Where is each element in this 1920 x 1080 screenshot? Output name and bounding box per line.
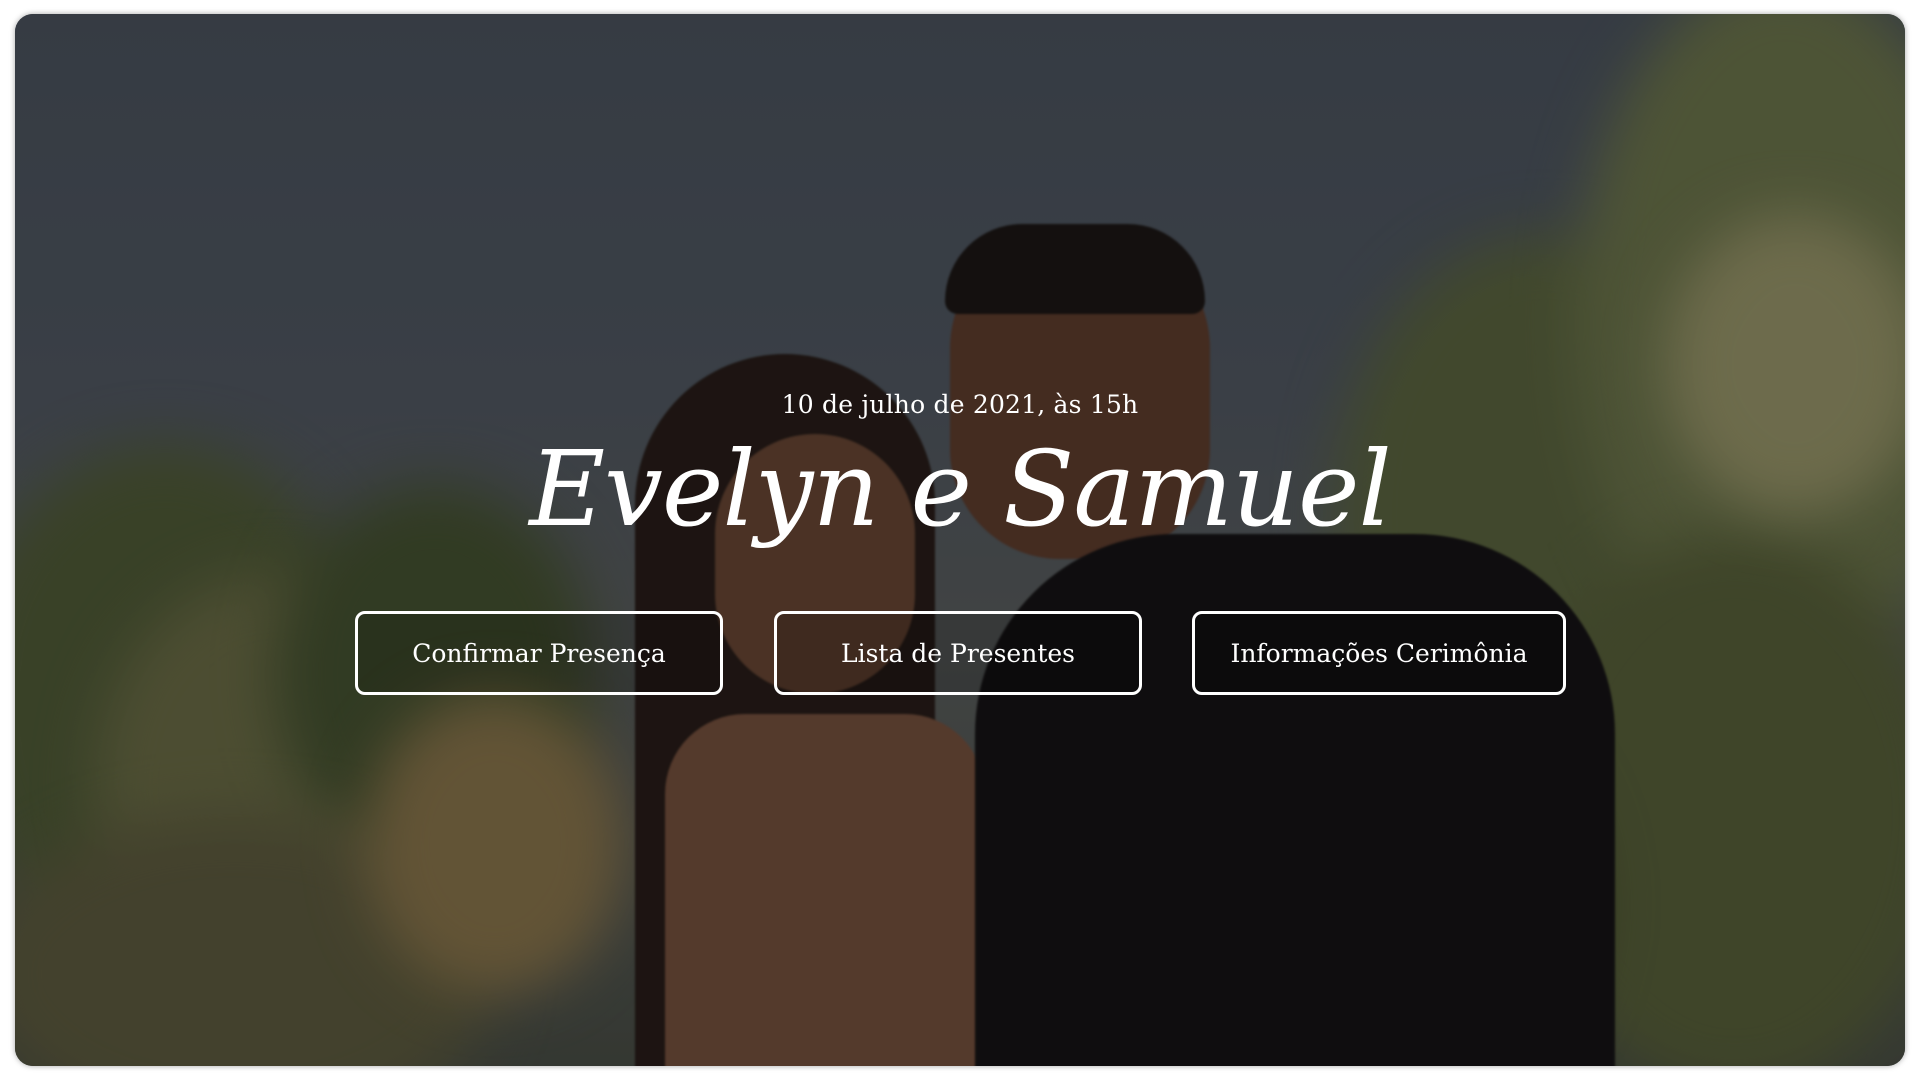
ceremony-info-button[interactable]: Informações Cerimônia xyxy=(1192,611,1566,695)
ceremony-info-label: Informações Cerimônia xyxy=(1230,638,1528,668)
couple-names-title: Evelyn e Samuel xyxy=(529,428,1392,550)
confirm-attendance-label: Confirmar Presença xyxy=(412,638,666,668)
event-date: 10 de julho de 2021, às 15h xyxy=(781,390,1139,419)
gift-list-button[interactable]: Lista de Presentes xyxy=(774,611,1142,695)
hero-section: 10 de julho de 2021, às 15h Evelyn e Sam… xyxy=(15,14,1905,1066)
gift-list-label: Lista de Presentes xyxy=(840,638,1076,668)
confirm-attendance-button[interactable]: Confirmar Presença xyxy=(355,611,723,695)
